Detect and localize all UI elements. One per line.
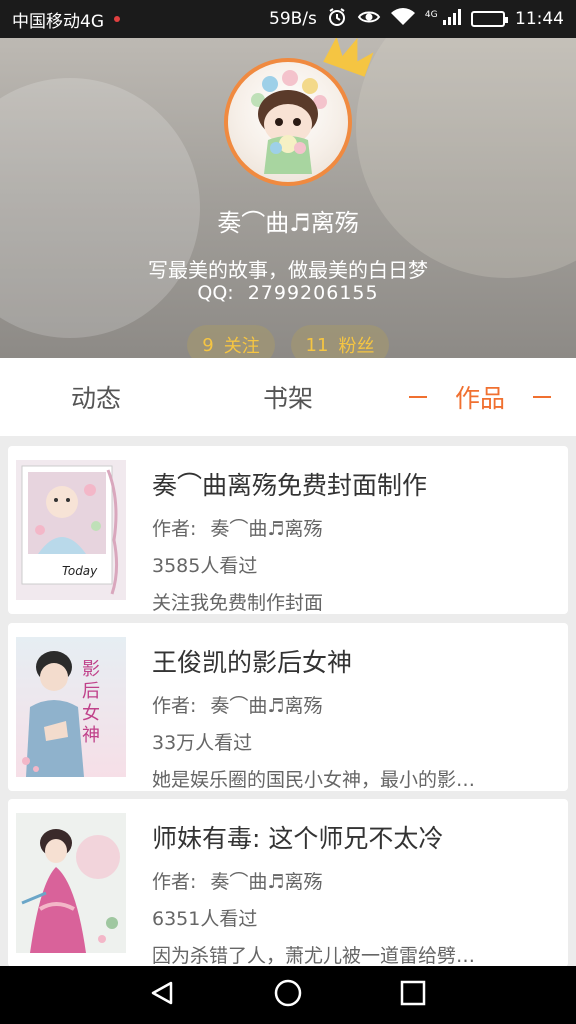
work-title[interactable]: 王俊凯的影后女神: [152, 643, 552, 679]
work-author: 作者: 奏⌒曲♬离殇: [152, 691, 552, 718]
work-description: 关注我免费制作封面: [152, 592, 324, 614]
home-button[interactable]: [258, 970, 318, 1020]
author-name: 奏⌒曲♬离殇: [210, 871, 323, 893]
username: 奏⌒曲♬离殇: [217, 209, 359, 237]
qq-line: QQ: 2799206155: [0, 282, 576, 304]
work-author: 作者: 奏⌒曲♬离殇: [152, 514, 552, 541]
work-info: 奏⌒曲离殇免费封面制作 作者: 奏⌒曲♬离殇 3585人看过 关注我免费制作封面: [152, 466, 552, 615]
tab-works[interactable]: 作品: [384, 379, 576, 415]
tab-label: 动态: [70, 384, 121, 413]
tab-label: 书架: [262, 384, 313, 413]
wifi-icon: [390, 7, 415, 31]
work-info: 师妹有毒: 这个师兄不太冷 作者: 奏⌒曲♬离殇 6351人看过 因为杀错了人，萧…: [152, 819, 552, 968]
following-label: 关注: [223, 336, 260, 357]
list-item[interactable]: 影后女神 王俊凯的影后女神 作者: 奏⌒曲♬离殇 33万人看过 她是娱乐圈的国民小…: [8, 623, 568, 791]
battery-icon: [471, 11, 508, 27]
qq-number: 2799206155: [247, 282, 379, 304]
network-type: 4G: [424, 9, 438, 20]
book-cover[interactable]: Today: [16, 460, 126, 600]
status-bar: 中国移动4G 59B/s 4G 11:44: [0, 0, 576, 38]
fans-label: 粉丝: [338, 336, 375, 357]
alarm-icon: [327, 7, 347, 32]
work-author: 作者: 奏⌒曲♬离殇: [152, 867, 552, 894]
recents-icon: [400, 980, 426, 1010]
work-views: 6351人看过: [152, 908, 258, 930]
tab-label: 作品: [454, 384, 505, 413]
crown-icon: [320, 38, 376, 88]
work-description: 因为杀错了人，萧尤儿被一道雷给劈…: [152, 945, 476, 967]
eye-icon: [357, 8, 381, 31]
work-views: 33万人看过: [152, 732, 253, 754]
tab-dynamics[interactable]: 动态: [0, 379, 192, 415]
cover-caption: Today: [62, 564, 98, 578]
profile-header: 奏⌒曲♬离殇 写最美的故事，做最美的白日梦 QQ: 2799206155 9 关注…: [0, 38, 576, 358]
fans-count: 11: [305, 334, 329, 356]
cover-caption: 影后女神: [82, 659, 100, 746]
notification-dot: [114, 16, 120, 22]
network-speed: 59B/s: [269, 9, 317, 29]
author-name: 奏⌒曲♬离殇: [210, 518, 323, 540]
home-icon: [273, 978, 303, 1012]
list-item[interactable]: 师妹有毒: 这个师兄不太冷 作者: 奏⌒曲♬离殇 6351人看过 因为杀错了人，萧…: [8, 799, 568, 967]
author-name: 奏⌒曲♬离殇: [210, 695, 323, 717]
work-title[interactable]: 师妹有毒: 这个师兄不太冷: [152, 819, 552, 855]
back-icon: [149, 979, 177, 1011]
work-title[interactable]: 奏⌒曲离殇免费封面制作: [152, 466, 552, 502]
author-label: 作者:: [152, 871, 197, 893]
book-cover[interactable]: 影后女神: [16, 637, 126, 777]
fans-button[interactable]: 11 粉丝: [291, 325, 389, 358]
tab-bookshelf[interactable]: 书架: [192, 379, 384, 415]
work-info: 王俊凯的影后女神 作者: 奏⌒曲♬离殇 33万人看过 她是娱乐圈的国民小女神，最小…: [152, 643, 552, 792]
following-button[interactable]: 9 关注: [187, 325, 275, 358]
tab-indicator-left: [408, 396, 427, 398]
recents-button[interactable]: [383, 970, 443, 1020]
avatar-container[interactable]: [224, 38, 374, 186]
book-cover[interactable]: [16, 813, 126, 953]
clock: 11:44: [515, 9, 564, 29]
following-count: 9: [202, 334, 214, 356]
status-icons: 59B/s 4G 11:44: [269, 7, 564, 32]
author-label: 作者:: [152, 518, 197, 540]
list-item[interactable]: Today 奏⌒曲离殇免费封面制作 作者: 奏⌒曲♬离殇 3585人看过 关注我免…: [8, 446, 568, 614]
profile-tabs: 动态 书架 作品: [0, 358, 576, 436]
author-label: 作者:: [152, 695, 197, 717]
qq-label: QQ:: [197, 282, 234, 304]
signal-icon: 4G: [424, 8, 461, 30]
back-button[interactable]: [133, 970, 193, 1020]
system-navigation-bar: [0, 966, 576, 1024]
carrier-label: 中国移动4G: [12, 11, 104, 32]
tab-indicator-right: [533, 396, 551, 398]
profile-bio: 写最美的故事，做最美的白日梦: [148, 258, 428, 282]
work-description: 她是娱乐圈的国民小女神，最小的影…: [152, 769, 476, 791]
work-views: 3585人看过: [152, 555, 258, 577]
